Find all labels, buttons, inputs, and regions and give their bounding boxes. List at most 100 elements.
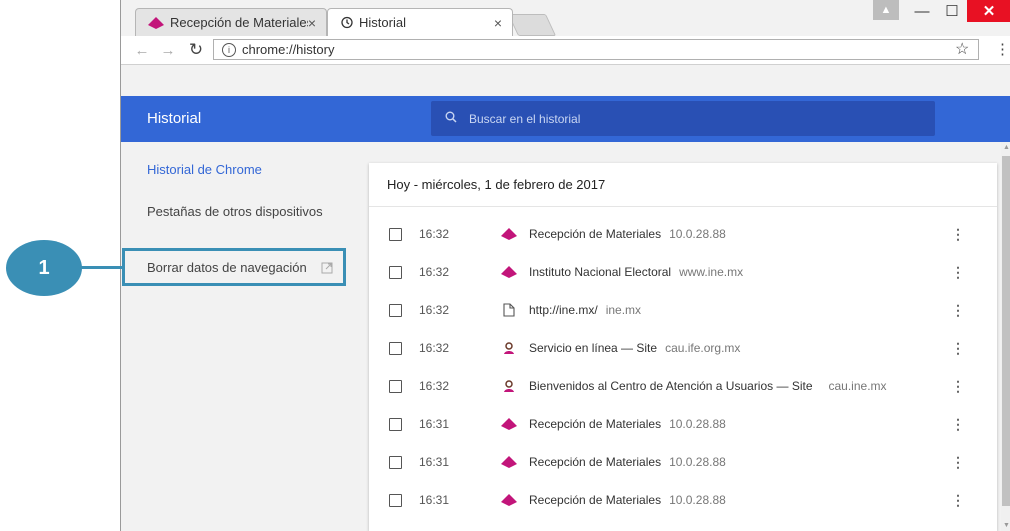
more-actions-icon[interactable]: ⋮ [951, 226, 965, 243]
scroll-up-icon[interactable]: ▲ [1003, 144, 1010, 151]
maximize-button[interactable]: ☐ [937, 0, 967, 22]
page-icon [501, 302, 517, 318]
back-button[interactable]: ← [131, 42, 153, 59]
history-header: Historial Buscar en el historial [121, 96, 1010, 142]
address-bar[interactable]: i chrome://history [213, 39, 979, 60]
date-header: Hoy - miércoles, 1 de febrero de 2017 [369, 163, 997, 207]
browser-menu-icon[interactable]: ⋮ [995, 40, 1010, 58]
url-text: chrome://history [242, 42, 335, 57]
row-domain: ine.mx [605, 303, 642, 317]
row-time: 16:32 [419, 341, 450, 355]
info-icon[interactable]: i [222, 42, 236, 57]
history-row[interactable]: 16:32 http://ine.mx/ine.mx ⋮ [369, 291, 997, 329]
history-row[interactable]: 16:32 Recepción de Materiales 10.0.28.88 … [369, 215, 997, 253]
tab-label: Historial [359, 15, 406, 30]
row-link[interactable]: Recepción de Materiales 10.0.28.88 [529, 493, 726, 507]
row-title: Recepción de Materiales [529, 493, 662, 507]
row-domain: 10.0.28.88 [669, 455, 726, 469]
more-actions-icon[interactable]: ⋮ [951, 264, 965, 281]
more-actions-icon[interactable]: ⋮ [951, 416, 965, 433]
row-title: Instituto Nacional Electoral [529, 265, 672, 279]
history-row[interactable]: 16:31 Recepción de Materiales 10.0.28.88 … [369, 405, 997, 443]
more-actions-icon[interactable]: ⋮ [951, 302, 965, 319]
row-checkbox[interactable] [389, 227, 402, 241]
minimize-button[interactable]: — [907, 0, 937, 22]
more-actions-icon[interactable]: ⋮ [951, 454, 965, 471]
history-content: Hoy - miércoles, 1 de febrero de 2017 16… [361, 142, 1001, 531]
row-link[interactable]: http://ine.mx/ine.mx [529, 303, 641, 317]
row-link[interactable]: Bienvenidos al Centro de Atención a Usua… [529, 379, 887, 393]
history-row[interactable]: 16:32 Servicio en línea — Site cau.ife.or… [369, 329, 997, 367]
tab-label: Recepción de Materiales [170, 15, 308, 30]
row-domain: www.ine.mx [679, 265, 744, 279]
row-domain: cau.ine.mx [828, 379, 887, 393]
tab-recepcion[interactable]: Recepción de Materiales × [135, 8, 327, 36]
forward-button[interactable]: → [157, 42, 179, 59]
history-row[interactable]: 16:31 Recepción de Materiales 10.0.28.88 … [369, 443, 997, 481]
close-tab-icon[interactable]: × [308, 15, 316, 31]
row-checkbox[interactable] [389, 455, 402, 469]
row-time: 16:32 [419, 303, 450, 317]
callout-number-badge: 1 [6, 240, 82, 296]
row-title: Recepción de Materiales [529, 417, 662, 431]
row-link[interactable]: Recepción de Materiales 10.0.28.88 [529, 227, 726, 241]
search-input[interactable]: Buscar en el historial [431, 101, 935, 136]
page-title: Historial [147, 110, 202, 127]
row-title: Recepción de Materiales [529, 227, 662, 241]
ine-logo-icon [501, 416, 517, 432]
scrollbar[interactable]: ▲ ▼ [1001, 142, 1010, 531]
reload-button[interactable]: ↻ [185, 40, 207, 60]
scrollbar-thumb[interactable] [1002, 156, 1010, 506]
close-tab-icon[interactable]: × [494, 15, 502, 31]
row-checkbox[interactable] [389, 493, 402, 507]
row-checkbox[interactable] [389, 265, 402, 279]
row-domain: cau.ife.org.mx [665, 341, 741, 355]
bookmark-star-icon[interactable]: ☆ [955, 39, 969, 59]
more-actions-icon[interactable]: ⋮ [951, 340, 965, 357]
row-link[interactable]: Servicio en línea — Site cau.ife.org.mx [529, 341, 740, 355]
history-row[interactable]: 16:31 Recepción de Materiales 10.0.28.88 … [369, 481, 997, 519]
row-domain: 10.0.28.88 [669, 493, 726, 507]
row-time: 16:32 [419, 265, 450, 279]
row-link[interactable]: Instituto Nacional Electoral www.ine.mx [529, 265, 743, 279]
scroll-down-icon[interactable]: ▼ [1003, 522, 1010, 529]
history-row[interactable]: 16:32 Instituto Nacional Electoral www.in… [369, 253, 997, 291]
close-window-button[interactable]: ✕ [967, 0, 1010, 22]
support-icon [501, 340, 517, 356]
row-link[interactable]: Recepción de Materiales 10.0.28.88 [529, 417, 726, 431]
window-controls: ▲ — ☐ ✕ [873, 0, 1010, 22]
row-title: Servicio en línea — Site [529, 341, 658, 355]
history-icon [340, 16, 353, 29]
tab-historial[interactable]: Historial × [327, 8, 513, 36]
sidebar-item-historial-chrome[interactable]: Historial de Chrome [147, 162, 262, 177]
row-checkbox[interactable] [389, 379, 402, 393]
row-time: 16:32 [419, 379, 450, 393]
sidebar: Historial de Chrome Pestañas de otros di… [121, 142, 361, 531]
row-checkbox[interactable] [389, 303, 402, 317]
history-row[interactable]: 16:32 Bienvenidos al Centro de Atención … [369, 367, 997, 405]
history-card: Hoy - miércoles, 1 de febrero de 2017 16… [369, 163, 997, 531]
callout-highlight-box [122, 248, 346, 286]
profile-icon[interactable]: ▲ [873, 0, 899, 20]
row-time: 16:32 [419, 227, 450, 241]
new-tab-button[interactable] [507, 14, 557, 36]
callout-connector [80, 266, 124, 269]
row-checkbox[interactable] [389, 341, 402, 355]
search-icon [445, 111, 457, 126]
ine-logo-icon [501, 264, 517, 280]
sidebar-item-otros-dispositivos[interactable]: Pestañas de otros dispositivos [147, 204, 323, 219]
more-actions-icon[interactable]: ⋮ [951, 492, 965, 509]
ine-logo-icon [501, 226, 517, 242]
row-checkbox[interactable] [389, 417, 402, 431]
search-placeholder: Buscar en el historial [469, 111, 581, 126]
support-icon [501, 378, 517, 394]
row-link[interactable]: Recepción de Materiales 10.0.28.88 [529, 455, 726, 469]
row-domain: 10.0.28.88 [669, 227, 726, 241]
toolbar: ← → ↻ i chrome://history ☆ ⋮ [121, 36, 1010, 65]
more-actions-icon[interactable]: ⋮ [951, 378, 965, 395]
row-title: http://ine.mx/ [529, 303, 598, 317]
row-title: Bienvenidos al Centro de Atención a Usua… [529, 379, 813, 393]
ine-logo-icon [148, 16, 164, 29]
row-title: Recepción de Materiales [529, 455, 662, 469]
row-domain: 10.0.28.88 [669, 417, 726, 431]
